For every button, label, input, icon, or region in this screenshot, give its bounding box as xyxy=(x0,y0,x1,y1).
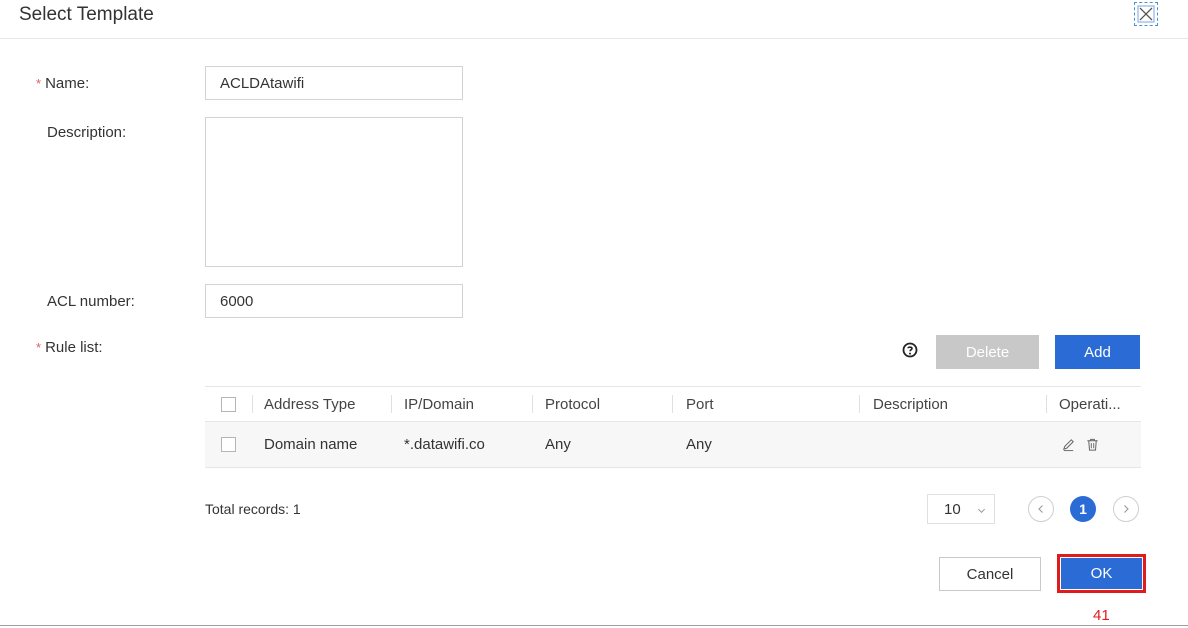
required-mark: * xyxy=(36,340,42,355)
edit-icon[interactable] xyxy=(1061,437,1076,452)
cancel-button[interactable]: Cancel xyxy=(939,557,1041,591)
cell-ip-domain: *.datawifi.co xyxy=(404,436,485,453)
trash-icon[interactable] xyxy=(1085,437,1100,452)
chevron-right-icon xyxy=(1124,505,1129,513)
step-number: 41 xyxy=(1093,607,1110,624)
cell-operations xyxy=(1061,422,1109,467)
close-button[interactable] xyxy=(1134,2,1158,26)
header-port[interactable]: Port xyxy=(686,387,714,421)
ok-button[interactable]: OK xyxy=(1061,558,1142,589)
prev-page-button[interactable] xyxy=(1028,496,1054,522)
rule-table: Address Type IP/Domain Protocol Port Des… xyxy=(205,386,1141,468)
header-protocol[interactable]: Protocol xyxy=(545,387,600,421)
header-ip-domain[interactable]: IP/Domain xyxy=(404,387,474,421)
page-1-button[interactable]: 1 xyxy=(1070,496,1096,522)
column-separator xyxy=(532,395,533,413)
column-separator xyxy=(1046,395,1047,413)
description-label: Description: xyxy=(47,124,127,141)
name-input[interactable] xyxy=(205,66,463,100)
cell-address-type: Domain name xyxy=(264,436,358,453)
chevron-left-icon xyxy=(1038,505,1043,513)
header-divider xyxy=(0,38,1188,39)
footer-divider xyxy=(0,625,1188,626)
dialog-title: Select Template xyxy=(19,4,154,25)
cell-protocol: Any xyxy=(545,436,571,453)
column-separator xyxy=(252,395,253,413)
required-mark: * xyxy=(36,76,42,91)
header-description[interactable]: Description xyxy=(873,387,948,421)
row-select-cell xyxy=(221,422,236,467)
rule-list-label: * Rule list: xyxy=(36,339,103,356)
column-separator xyxy=(672,395,673,413)
row-checkbox[interactable] xyxy=(221,437,236,452)
delete-button[interactable]: Delete xyxy=(936,335,1039,369)
header-address-type[interactable]: Address Type xyxy=(264,387,355,421)
name-label: * Name: xyxy=(36,75,90,92)
cell-port: Any xyxy=(686,436,712,453)
next-page-button[interactable] xyxy=(1113,496,1139,522)
select-all-cell xyxy=(221,387,236,421)
acl-number-input[interactable] xyxy=(205,284,463,318)
description-textarea[interactable] xyxy=(205,117,463,267)
close-icon xyxy=(1137,5,1155,23)
total-records: Total records: 1 xyxy=(205,501,301,517)
acl-number-label: ACL number: xyxy=(47,293,135,310)
select-all-checkbox[interactable] xyxy=(221,396,236,412)
chevron-down-icon xyxy=(977,508,986,514)
table-row[interactable]: Domain name *.datawifi.co Any Any xyxy=(205,422,1141,468)
help-icon[interactable] xyxy=(902,342,918,358)
page-size-value: 10 xyxy=(944,500,961,518)
add-button[interactable]: Add xyxy=(1055,335,1140,369)
column-separator xyxy=(391,395,392,413)
header-operation[interactable]: Operati... xyxy=(1059,387,1121,421)
page-size-select[interactable]: 10 xyxy=(927,494,995,524)
column-separator xyxy=(859,395,860,413)
table-header: Address Type IP/Domain Protocol Port Des… xyxy=(205,386,1141,422)
